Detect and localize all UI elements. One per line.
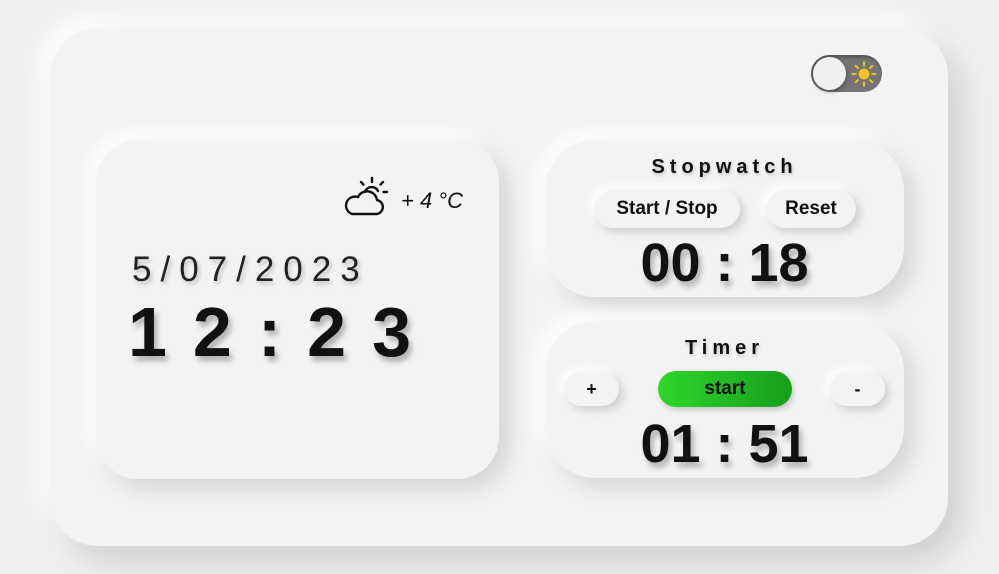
stopwatch-card: Stopwatch Start / Stop Reset 00 : 18 xyxy=(545,140,904,297)
clock-card: + 4 °C 5/07/2023 12:23 xyxy=(96,140,499,479)
timer-increase-button[interactable]: + xyxy=(564,372,619,406)
temperature: + 4 °C xyxy=(401,188,463,213)
sun-icon xyxy=(851,61,877,87)
start-stop-button[interactable]: Start / Stop xyxy=(594,190,740,228)
timer-title: Timer xyxy=(684,337,765,359)
stopwatch-title: Stopwatch xyxy=(651,156,798,178)
timer-readout: 01 : 51 xyxy=(640,414,809,474)
date-display: 5/07/2023 xyxy=(132,250,369,289)
partly-cloudy-icon xyxy=(344,176,389,216)
reset-button[interactable]: Reset xyxy=(766,190,856,228)
timer-start-button[interactable]: start xyxy=(658,371,792,407)
stopwatch-readout: 00 : 18 xyxy=(640,233,809,293)
toggle-knob[interactable] xyxy=(813,57,846,90)
timer-decrease-button[interactable]: - xyxy=(830,372,885,406)
theme-toggle[interactable] xyxy=(811,55,882,92)
time-display: 12:23 xyxy=(128,293,438,371)
timer-card: Timer + start - 01 : 51 xyxy=(545,321,904,478)
